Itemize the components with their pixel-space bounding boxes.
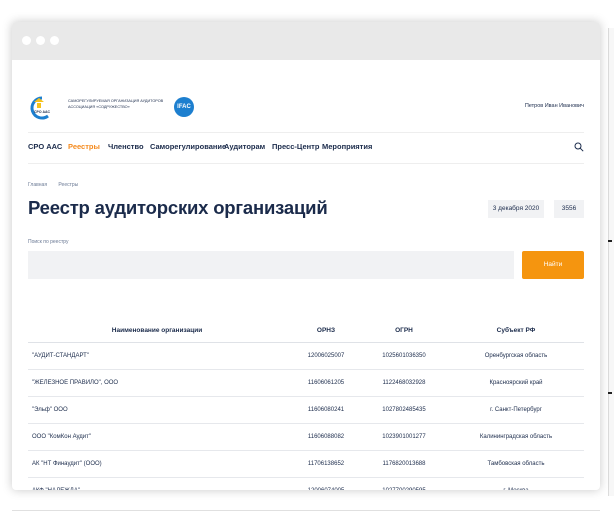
cell-region: Тамбовская область [487,461,545,467]
nav-item-membership[interactable]: Членство [108,142,144,151]
column-header-region[interactable]: Субъект РФ [448,318,584,342]
table-row[interactable]: "АУДИТ-СТАНДАРТ" 12006025007 10256010363… [28,343,584,370]
breadcrumb-home[interactable]: Главная [28,182,47,188]
search-icon[interactable] [574,142,584,152]
user-name-link[interactable]: Петров Иван Иванович [525,103,584,109]
cell-org-name[interactable]: "Эльф" ООО [32,397,282,423]
ifac-badge[interactable]: IFAC [174,97,194,117]
cell-region: Калининградская область [479,434,553,440]
find-button[interactable]: Найти [522,251,584,279]
cell-ornz: 11706138652 [307,461,345,467]
search-label: Поиск по реестру [28,239,69,245]
bottom-divider [12,510,600,511]
cell-org-name[interactable]: АКФ "НАДЕЖДА" [32,478,282,490]
table-row[interactable]: АК "НТ Финаудит" (ООО) 11706138652 11768… [28,451,584,478]
nav-item-registries[interactable]: Реестры [68,142,100,151]
nav-item-sro-aas[interactable]: СРО ААС [28,142,62,151]
column-header-name[interactable]: Наименование организации [28,318,286,342]
main-nav: СРО ААС Реестры Членство Саморегулирован… [28,142,584,154]
registry-table: Наименование организации ОРНЗ ОГРН Субъе… [28,318,584,490]
cell-ogrn: 1027802485435 [382,407,426,413]
cell-org-name[interactable]: "ЖЕЛЕЗНОЕ ПРАВИЛО", ООО [32,370,282,396]
cell-region: Оренбургская область [484,353,548,359]
cell-org-name[interactable]: АК "НТ Финаудит" (ООО) [32,451,282,477]
registry-search-input[interactable] [28,251,514,279]
cell-region: г. Санкт-Петербург [490,407,542,413]
window-control-minimize[interactable] [36,36,45,45]
cell-ornz: 12006074005 [290,478,362,490]
table-header-row: Наименование организации ОРНЗ ОГРН Субъе… [28,318,584,343]
adjacent-panel-edge [608,28,614,496]
cell-ogrn: 1023901001277 [382,434,426,440]
nav-item-events[interactable]: Мероприятия [322,142,372,151]
breadcrumb: Главная Реестры [28,182,88,188]
page-content: СРО ААС Саморегулируемая организация ауд… [28,60,584,490]
cell-ornz: 11606061205 [307,380,345,386]
cell-org-name[interactable]: "АУДИТ-СТАНДАРТ" [32,343,282,369]
count-badge: 3556 [554,200,584,218]
table-row[interactable]: "ЖЕЛЕЗНОЕ ПРАВИЛО", ООО 11606061205 1122… [28,370,584,397]
cell-ogrn: 1027700290595 [364,478,444,490]
window-titlebar [12,22,600,60]
edge-mark [608,240,612,242]
cell-ogrn: 1176820013688 [382,461,426,467]
window-control-maximize[interactable] [50,36,59,45]
page-title: Реестр аудиторских организаций [28,197,328,218]
browser-window: СРО ААС Саморегулируемая организация ауд… [12,22,600,490]
nav-item-self-regulation[interactable]: Саморегулирование [150,142,226,151]
organization-name: Саморегулируемая организация аудиторов А… [68,99,164,109]
cell-region: Красноярский край [489,380,543,386]
cell-ogrn: 1122468032928 [382,380,426,386]
logo-text: СРО ААС [34,110,51,114]
date-badge: 3 декабря 2020 [488,200,544,218]
cell-org-name[interactable]: ООО "КомКон Аудит" [32,424,282,450]
table-row[interactable]: АКФ "НАДЕЖДА" 12006074005 1027700290595 … [28,478,584,490]
cell-ornz: 11606080241 [307,407,345,413]
nav-divider [28,163,584,164]
nav-item-auditors[interactable]: Аудиторам [224,142,265,151]
table-row[interactable]: "Эльф" ООО 11606080241 1027802485435 г. … [28,397,584,424]
table-row[interactable]: ООО "КомКон Аудит" 11606088082 102390100… [28,424,584,451]
cell-region: г. Москва [448,478,584,490]
column-header-ogrn[interactable]: ОГРН [364,318,444,342]
nav-item-press-center[interactable]: Пресс-Центр [272,142,319,151]
cell-ornz: 11606088082 [307,434,345,440]
window-control-close[interactable] [22,36,31,45]
cell-ogrn: 1025601036350 [382,353,426,359]
edge-mark [608,392,612,394]
cell-ornz: 12006025007 [307,353,345,359]
header-divider [28,132,584,133]
column-header-ornz[interactable]: ОРНЗ [290,318,362,342]
breadcrumb-registries[interactable]: Реестры [58,182,78,188]
